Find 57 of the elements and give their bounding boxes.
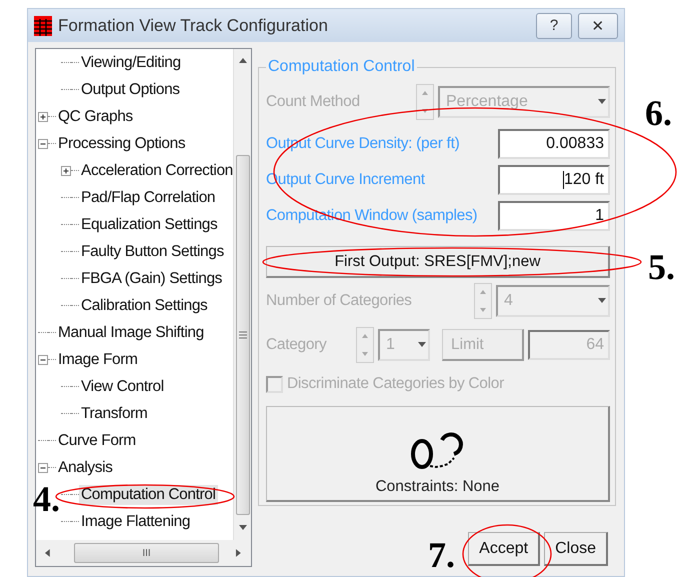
up-down-arrows-icon [361, 332, 369, 358]
up-down-arrows-icon [421, 89, 429, 115]
tree-item[interactable]: Manual Image Shifting [56, 322, 206, 342]
close-button[interactable]: ✕ [578, 12, 618, 38]
tree-item[interactable]: Computation Control [79, 484, 218, 504]
tree-item[interactable]: Analysis [56, 458, 115, 478]
tree-item[interactable]: Faulty Button Settings [79, 242, 226, 262]
field-label: Number of Categories [266, 292, 413, 310]
scrollbar-thumb[interactable] [236, 154, 250, 514]
tree-item[interactable]: Output Options [79, 80, 182, 100]
first-output-button[interactable]: First Output: SRES[FMV];new [266, 246, 610, 278]
scrollbar-thumb[interactable]: III [74, 543, 220, 563]
tree-item[interactable]: Pad/Flap Correlation [79, 188, 218, 208]
tree-item[interactable]: Image Flattening [79, 512, 192, 532]
caret-icon [418, 341, 426, 349]
checkbox-label: Discriminate Categories by Color [287, 375, 505, 393]
tree-item[interactable]: QC Graphs [56, 106, 135, 126]
caret-icon [598, 297, 606, 305]
field-label: Category [266, 336, 328, 354]
caret-icon [598, 98, 606, 106]
tree-item[interactable]: Transform [79, 404, 150, 424]
spin-button[interactable] [416, 84, 434, 120]
input-field[interactable]: 1 [498, 201, 610, 231]
input-field[interactable]: 120 ft [498, 165, 610, 195]
tree-item[interactable]: Image Form [56, 350, 140, 370]
app-logo-icon [34, 16, 52, 36]
scroll-left-icon [44, 549, 52, 557]
callout-number: 4. [33, 478, 60, 520]
tree-item[interactable]: Viewing/Editing [79, 52, 183, 72]
tree-item[interactable]: View Control [79, 376, 166, 396]
input-field[interactable]: 0.00833 [498, 129, 610, 159]
field-label: Count Method [266, 93, 361, 111]
up-down-arrows-icon [479, 288, 487, 314]
help-button[interactable]: ? [536, 12, 572, 38]
constraints-label: Constraints: None [375, 478, 500, 496]
tree-item[interactable]: Equalization Settings [79, 214, 220, 234]
callout-number: 5. [648, 246, 675, 288]
accept-button[interactable]: Accept [468, 532, 540, 566]
tree-item[interactable]: Processing Options [56, 134, 188, 154]
scroll-up-icon [238, 57, 246, 65]
constraints-button[interactable]: Constraints: None [266, 406, 610, 502]
collapse-icon[interactable] [38, 354, 48, 364]
tree-item[interactable]: Acceleration Correction [79, 160, 233, 180]
collapse-icon[interactable] [38, 462, 48, 472]
tree-item[interactable]: Curve Form [56, 430, 138, 450]
window-title: Formation View Track Configuration [58, 16, 329, 36]
callout-number: 6. [645, 92, 672, 134]
close-button[interactable]: Close [544, 532, 608, 566]
callout-number: 7. [428, 534, 455, 576]
scroll-right-icon [235, 549, 243, 557]
scroll-down-icon [238, 524, 246, 532]
expand-icon[interactable] [61, 166, 71, 176]
tree-item[interactable]: Calibration Settings [79, 296, 210, 316]
collapse-icon[interactable] [38, 138, 48, 148]
tree-item[interactable]: FBGA (Gain) Settings [79, 268, 224, 288]
group-title: Computation Control [267, 58, 416, 76]
expand-icon[interactable] [38, 112, 48, 122]
